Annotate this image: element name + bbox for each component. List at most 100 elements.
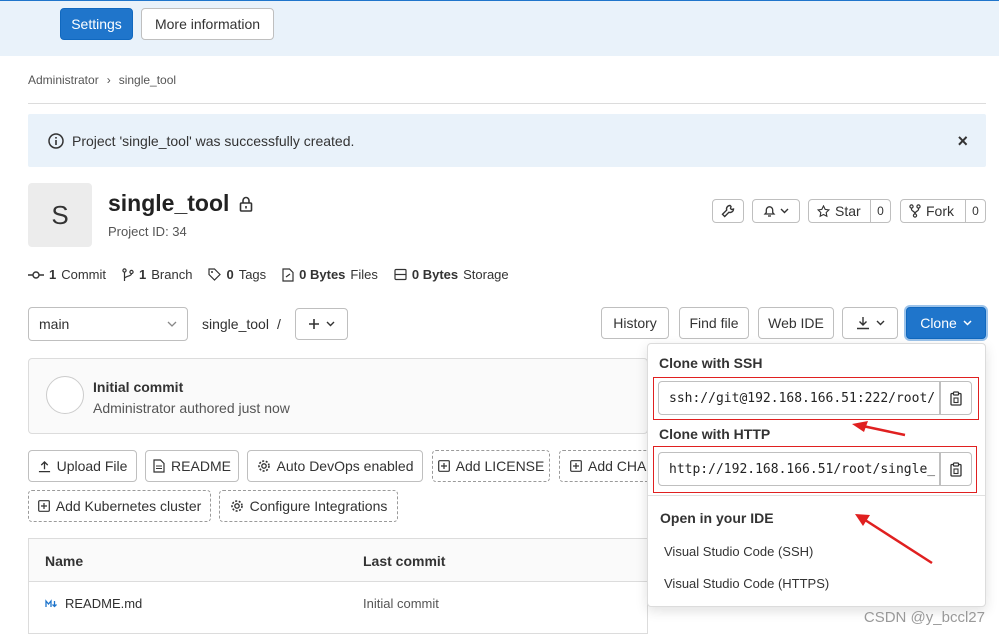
column-header-last-commit: Last commit: [363, 553, 446, 569]
auto-devops-button[interactable]: Auto DevOps enabled: [247, 450, 423, 482]
upload-file-label: Upload File: [56, 458, 128, 474]
add-dropdown-button[interactable]: [295, 308, 348, 340]
chevron-down-icon: [780, 208, 789, 214]
tag-icon: [208, 268, 222, 281]
file-name[interactable]: README.md: [65, 596, 142, 611]
bell-icon: [763, 206, 776, 217]
plus-icon: [309, 319, 319, 329]
file-icon: [282, 267, 294, 282]
commit-icon: [28, 270, 44, 279]
more-information-button[interactable]: More information: [141, 8, 274, 40]
commit-time: authored just now: [179, 400, 290, 416]
last-commit-panel: [28, 358, 648, 434]
alert-text: Project 'single_tool' was successfully c…: [72, 132, 355, 149]
readme-label: README: [171, 458, 231, 474]
chevron-down-icon: [963, 320, 972, 326]
open-in-ide-label: Open in your IDE: [660, 510, 774, 526]
tags-link[interactable]: 0 Tags: [208, 267, 266, 282]
branches-link[interactable]: 1 Branch: [122, 267, 192, 282]
clone-label: Clone: [920, 315, 957, 331]
gear-icon: [257, 460, 270, 472]
wrench-icon: [721, 204, 735, 218]
add-license-button[interactable]: Add LICENSE: [432, 450, 550, 482]
doc-icon: [153, 459, 165, 473]
table-header: [29, 539, 647, 582]
watermark: CSDN @y_bccl27: [863, 609, 985, 626]
breadcrumb-separator-icon: ›: [106, 73, 111, 87]
breadcrumb: Administrator › single_tool: [28, 73, 176, 87]
files-link[interactable]: 0 Bytes Files: [282, 267, 378, 282]
star-label: Star: [835, 203, 861, 219]
success-alert: Project 'single_tool' was successfully c…: [28, 114, 986, 167]
star-count: 0: [870, 200, 890, 222]
chevron-down-icon: [876, 320, 884, 326]
star-button[interactable]: Star 0: [808, 199, 891, 223]
readme-button[interactable]: README: [145, 450, 239, 482]
fork-button[interactable]: Fork 0: [900, 199, 986, 223]
gear-icon: [230, 500, 243, 512]
fork-label: Fork: [926, 203, 954, 219]
add-kubernetes-button[interactable]: Add Kubernetes cluster: [28, 490, 211, 522]
clone-http-label: Clone with HTTP: [659, 426, 771, 442]
breadcrumb-current[interactable]: single_tool: [119, 73, 176, 87]
vscode-ssh-item[interactable]: Visual Studio Code (SSH): [664, 544, 813, 559]
storage-link[interactable]: 0 Bytes Storage: [394, 267, 509, 282]
configure-integrations-button[interactable]: Configure Integrations: [219, 490, 398, 522]
ssh-highlight-box: [653, 377, 979, 420]
annotation-arrows: [852, 421, 933, 565]
add-changelog-label: Add CHA: [588, 458, 647, 474]
download-button[interactable]: [842, 307, 898, 339]
chevron-down-icon: [167, 321, 177, 327]
avatar[interactable]: [46, 376, 84, 414]
lock-icon: [240, 196, 253, 212]
configure-integrations-label: Configure Integrations: [249, 498, 388, 514]
clone-ssh-label: Clone with SSH: [659, 355, 763, 371]
star-icon: [817, 204, 830, 217]
settings-wrench-button[interactable]: [712, 199, 744, 223]
notification-button[interactable]: [752, 199, 800, 223]
add-changelog-button[interactable]: Add CHA: [559, 450, 659, 482]
column-header-name: Name: [45, 553, 84, 569]
info-icon: [48, 132, 64, 149]
fork-icon: [909, 204, 921, 218]
find-file-button[interactable]: Find file: [679, 307, 749, 339]
branch-icon: [122, 267, 134, 281]
upload-icon: [38, 460, 50, 472]
divider: [28, 103, 986, 104]
project-title: single_tool: [108, 190, 253, 217]
commit-meta: Administrator authored just now: [93, 400, 290, 416]
clone-button[interactable]: Clone: [906, 307, 986, 339]
add-kubernetes-label: Add Kubernetes cluster: [55, 498, 202, 514]
plus-square-icon: [437, 460, 450, 472]
storage-icon: [394, 268, 407, 281]
file-last-commit[interactable]: Initial commit: [363, 596, 439, 611]
repo-path-separator: /: [276, 316, 281, 332]
settings-button[interactable]: Settings: [60, 8, 133, 40]
close-icon[interactable]: ×: [957, 131, 968, 152]
chevron-down-icon: [326, 321, 335, 327]
commit-title[interactable]: Initial commit: [93, 379, 183, 395]
branch-select[interactable]: main: [28, 307, 188, 341]
repo-path-link[interactable]: single_tool: [202, 316, 269, 332]
plus-square-icon: [570, 460, 582, 472]
auto-devops-label: Auto DevOps enabled: [276, 458, 414, 474]
fork-count: 0: [965, 200, 985, 222]
breadcrumb-parent[interactable]: Administrator: [28, 73, 99, 87]
add-license-label: Add LICENSE: [455, 458, 545, 474]
project-name: single_tool: [108, 190, 230, 216]
markdown-icon: [45, 598, 57, 607]
commit-author[interactable]: Administrator: [93, 400, 175, 416]
repo-breadcrumb: single_tool /: [202, 316, 281, 332]
table-row[interactable]: README.md: [45, 596, 142, 611]
vscode-https-item[interactable]: Visual Studio Code (HTTPS): [664, 576, 829, 591]
web-ide-button[interactable]: Web IDE: [758, 307, 834, 339]
history-button[interactable]: History: [601, 307, 669, 339]
project-avatar: S: [28, 183, 92, 247]
plus-square-icon: [37, 500, 50, 512]
project-stats: 1 Commit 1 Branch 0 Tags 0 Bytes Files 0 Byt…: [28, 267, 509, 282]
branch-select-value: main: [39, 316, 70, 332]
project-id: Project ID: 34: [108, 224, 187, 239]
download-icon: [856, 317, 869, 330]
upload-file-button[interactable]: Upload File: [28, 450, 137, 482]
commits-link[interactable]: 1 Commit: [28, 267, 106, 282]
